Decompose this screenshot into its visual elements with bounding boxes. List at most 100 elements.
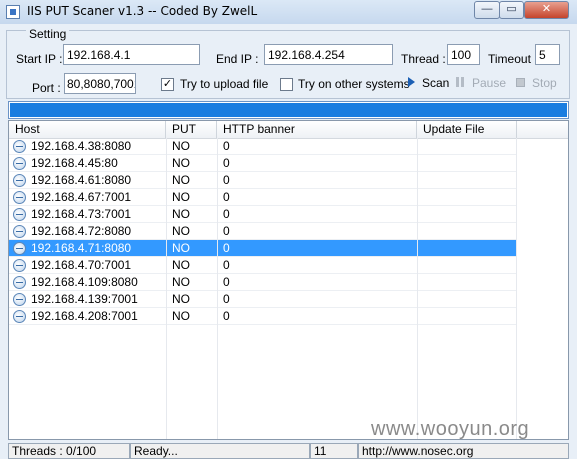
table-row[interactable]: 192.168.4.67:7001 NO 0: [9, 189, 516, 206]
thread-label: Thread :: [401, 52, 446, 66]
cell-banner: 0: [223, 292, 230, 306]
title-bar[interactable]: IIS PUT Scaner v1.3 -- Coded By ZwelL — …: [0, 0, 577, 24]
cell-put: NO: [172, 190, 190, 204]
port-label: Port :: [32, 81, 61, 95]
pause-label: Pause: [472, 76, 507, 90]
minimize-icon: —: [481, 3, 493, 15]
scan-progress-bar: [8, 101, 569, 119]
table-row[interactable]: 192.168.4.70:7001 NO 0: [9, 257, 516, 274]
table-row[interactable]: 192.168.4.38:8080 NO 0: [9, 138, 516, 155]
column-header-http-banner[interactable]: HTTP banner: [217, 121, 417, 138]
cell-banner: 0: [223, 224, 230, 238]
cell-host: 192.168.4.72:8080: [31, 224, 132, 238]
table-row[interactable]: 192.168.4.71:8080 NO 0: [9, 240, 516, 257]
cell-host: 192.168.4.67:7001: [31, 190, 132, 204]
cell-banner: 0: [223, 190, 230, 204]
column-divider: [217, 138, 218, 439]
play-icon: [408, 77, 415, 87]
start-ip-label: Start IP :: [16, 52, 63, 66]
host-globe-icon: [13, 276, 26, 289]
cell-put: NO: [172, 275, 190, 289]
close-icon: ✕: [541, 3, 552, 15]
window-title: IIS PUT Scaner v1.3 -- Coded By ZwelL: [27, 4, 258, 18]
table-row[interactable]: 192.168.4.72:8080 NO 0: [9, 223, 516, 240]
end-ip-label: End IP :: [216, 52, 259, 66]
cell-put: NO: [172, 207, 190, 221]
cell-put: NO: [172, 173, 190, 187]
scan-label: Scan: [422, 76, 450, 90]
scan-button[interactable]: Scan: [406, 75, 452, 91]
app-icon: [6, 5, 20, 19]
table-row[interactable]: 192.168.4.208:7001 NO 0: [9, 308, 516, 325]
status-count: 11: [310, 443, 358, 459]
cell-host: 192.168.4.109:8080: [31, 275, 138, 289]
host-globe-icon: [13, 208, 26, 221]
results-table[interactable]: Host PUT HTTP banner Update File 192.168…: [8, 120, 569, 440]
table-row[interactable]: 192.168.4.61:8080 NO 0: [9, 172, 516, 189]
maximize-icon: ▭: [506, 3, 517, 15]
cell-host: 192.168.4.73:7001: [31, 207, 132, 221]
watermark-text: www.wooyun.org: [371, 418, 530, 440]
cell-host: 192.168.4.139:7001: [31, 292, 138, 306]
other-systems-checkbox[interactable]: [280, 78, 293, 91]
host-globe-icon: [13, 225, 26, 238]
cell-put: NO: [172, 139, 190, 153]
close-button[interactable]: ✕: [524, 1, 569, 19]
app-window: IIS PUT Scaner v1.3 -- Coded By ZwelL — …: [0, 0, 577, 459]
stop-button[interactable]: Stop: [515, 75, 563, 91]
upload-checkbox[interactable]: ✓: [161, 78, 174, 91]
cell-put: NO: [172, 258, 190, 272]
column-header-update-file[interactable]: Update File: [417, 121, 517, 138]
cell-put: NO: [172, 309, 190, 323]
table-row[interactable]: 192.168.4.73:7001 NO 0: [9, 206, 516, 223]
status-threads: Threads : 0/100: [8, 443, 130, 459]
check-mark-icon: ✓: [162, 78, 173, 90]
cell-host: 192.168.4.71:8080: [31, 241, 132, 255]
cell-put: NO: [172, 241, 190, 255]
timeout-input[interactable]: 5: [535, 44, 560, 65]
host-globe-icon: [13, 157, 26, 170]
column-header-host[interactable]: Host: [9, 121, 166, 138]
pause-button[interactable]: Pause: [456, 75, 506, 91]
upload-label[interactable]: Try to upload file: [180, 77, 268, 91]
cell-host: 192.168.4.38:8080: [31, 139, 132, 153]
host-globe-icon: [13, 174, 26, 187]
cell-banner: 0: [223, 241, 230, 255]
cell-put: NO: [172, 156, 190, 170]
column-divider: [516, 138, 517, 439]
settings-group-label: Setting: [26, 27, 70, 41]
other-systems-label[interactable]: Try on other systems: [298, 77, 410, 91]
cell-host: 192.168.4.45:80: [31, 156, 118, 170]
cell-host: 192.168.4.61:8080: [31, 173, 132, 187]
cell-banner: 0: [223, 173, 230, 187]
stop-icon: [516, 78, 525, 87]
row-divider: [9, 324, 516, 325]
cell-put: NO: [172, 292, 190, 306]
timeout-label: Timeout :: [488, 52, 538, 66]
table-row[interactable]: 192.168.4.109:8080 NO 0: [9, 274, 516, 291]
column-header-put[interactable]: PUT: [166, 121, 217, 138]
cell-banner: 0: [223, 309, 230, 323]
minimize-button[interactable]: —: [474, 1, 500, 19]
host-globe-icon: [13, 191, 26, 204]
cell-banner: 0: [223, 275, 230, 289]
cell-put: NO: [172, 224, 190, 238]
cell-banner: 0: [223, 207, 230, 221]
cell-host: 192.168.4.208:7001: [31, 309, 138, 323]
start-ip-input[interactable]: 192.168.4.1: [63, 44, 200, 65]
cell-host: 192.168.4.70:7001: [31, 258, 132, 272]
cell-banner: 0: [223, 139, 230, 153]
status-url[interactable]: http://www.nosec.org: [358, 443, 569, 459]
host-globe-icon: [13, 140, 26, 153]
maximize-button[interactable]: ▭: [499, 1, 524, 19]
host-globe-icon: [13, 310, 26, 323]
table-row[interactable]: 192.168.4.139:7001 NO 0: [9, 291, 516, 308]
progress-fill: [10, 103, 567, 117]
thread-input[interactable]: 100: [447, 44, 480, 65]
end-ip-input[interactable]: 192.168.4.254: [264, 44, 393, 65]
cell-banner: 0: [223, 156, 230, 170]
table-row[interactable]: 192.168.4.45:80 NO 0: [9, 155, 516, 172]
column-divider: [417, 138, 418, 439]
port-input[interactable]: 80,8080,7001: [64, 73, 136, 94]
stop-label: Stop: [532, 76, 557, 90]
